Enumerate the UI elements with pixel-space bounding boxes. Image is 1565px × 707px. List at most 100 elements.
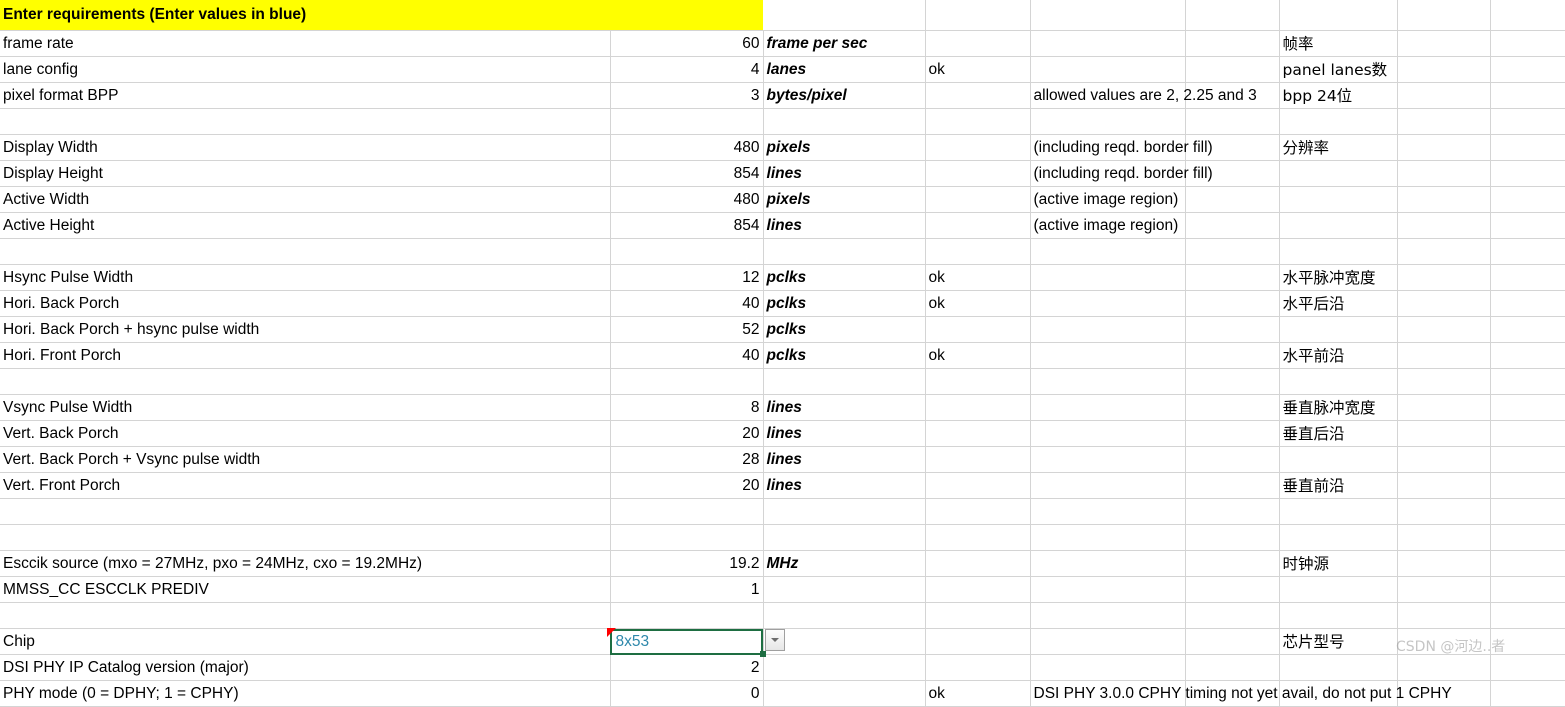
row-spacer-h[interactable] bbox=[1397, 342, 1491, 369]
row-note-cell[interactable]: (including reqd. border fill) bbox=[1030, 160, 1213, 187]
row-unit-cell[interactable]: bytes/pixel bbox=[763, 82, 926, 109]
row-status-cell[interactable] bbox=[925, 186, 1031, 213]
row-spacer-h[interactable] bbox=[1397, 524, 1491, 551]
row-unit-cell[interactable]: pclks bbox=[763, 316, 926, 343]
row-spacer-f[interactable] bbox=[1185, 56, 1280, 83]
row-spacer-i[interactable] bbox=[1490, 654, 1565, 681]
row-unit-cell[interactable]: lines bbox=[763, 160, 926, 187]
row-note-cell[interactable] bbox=[1030, 576, 1186, 603]
row-spacer-f[interactable] bbox=[1185, 628, 1280, 655]
row-label-cell[interactable]: Vert. Back Porch bbox=[0, 420, 611, 447]
row-spacer-i[interactable] bbox=[1490, 680, 1565, 707]
row-cjk-note-cell[interactable]: 水平后沿 bbox=[1279, 290, 1398, 317]
row-spacer-f[interactable] bbox=[1185, 290, 1280, 317]
row-note-cell[interactable] bbox=[1030, 290, 1186, 317]
row-cjk-note-cell[interactable] bbox=[1279, 680, 1398, 707]
row-label-cell[interactable] bbox=[0, 524, 611, 551]
row-unit-cell[interactable] bbox=[763, 498, 926, 525]
row-spacer-i[interactable] bbox=[1490, 602, 1565, 629]
row-unit-cell[interactable]: lanes bbox=[763, 56, 926, 83]
row-note-cell[interactable] bbox=[1030, 602, 1186, 629]
row-cjk-note-cell[interactable] bbox=[1279, 238, 1398, 265]
row-status-cell[interactable] bbox=[925, 134, 1031, 161]
row-value-cell[interactable]: 3 bbox=[610, 82, 764, 109]
row-unit-cell[interactable] bbox=[763, 602, 926, 629]
row-status-cell[interactable]: ok bbox=[925, 680, 1031, 707]
row-spacer-h[interactable] bbox=[1397, 550, 1491, 577]
row-spacer-h[interactable] bbox=[1397, 238, 1491, 265]
row-label-cell[interactable] bbox=[0, 498, 611, 525]
row-spacer-i[interactable] bbox=[1490, 472, 1565, 499]
row-spacer-f[interactable] bbox=[1185, 576, 1280, 603]
row-status-cell[interactable] bbox=[925, 472, 1031, 499]
row-status-cell[interactable] bbox=[925, 30, 1031, 57]
row-spacer-h[interactable] bbox=[1397, 82, 1491, 109]
row-cjk-note-cell[interactable]: 时钟源 bbox=[1279, 550, 1398, 577]
row-spacer-f[interactable] bbox=[1185, 264, 1280, 291]
row-note-cell[interactable] bbox=[1030, 238, 1186, 265]
row-spacer-h[interactable] bbox=[1397, 134, 1491, 161]
row-unit-cell[interactable] bbox=[763, 628, 926, 655]
row-spacer-f[interactable] bbox=[1185, 394, 1280, 421]
row-status-cell[interactable] bbox=[925, 654, 1031, 681]
chip-dropdown-button[interactable] bbox=[764, 629, 785, 651]
row-unit-cell[interactable]: lines bbox=[763, 420, 926, 447]
row-note-cell[interactable] bbox=[1030, 316, 1186, 343]
row-spacer-f[interactable] bbox=[1185, 368, 1280, 395]
row-status-cell[interactable] bbox=[925, 160, 1031, 187]
row-status-cell[interactable] bbox=[925, 368, 1031, 395]
row-unit-cell[interactable] bbox=[763, 654, 926, 681]
row-status-cell[interactable] bbox=[925, 602, 1031, 629]
row-status-cell[interactable] bbox=[925, 628, 1031, 655]
row-spacer-f[interactable] bbox=[1185, 602, 1280, 629]
row-spacer-i[interactable] bbox=[1490, 238, 1565, 265]
row-spacer-f[interactable] bbox=[1185, 524, 1280, 551]
row-cjk-note-cell[interactable] bbox=[1279, 498, 1398, 525]
row-status-cell[interactable] bbox=[925, 550, 1031, 577]
row-unit-cell[interactable] bbox=[763, 524, 926, 551]
row-spacer-f[interactable] bbox=[1185, 420, 1280, 447]
row-spacer-f[interactable] bbox=[1185, 30, 1280, 57]
row-status-cell[interactable]: ok bbox=[925, 342, 1031, 369]
row-spacer-i[interactable] bbox=[1490, 82, 1565, 109]
row-spacer-h[interactable] bbox=[1397, 186, 1491, 213]
row-spacer-i[interactable] bbox=[1490, 290, 1565, 317]
row-spacer-f[interactable] bbox=[1185, 342, 1280, 369]
row-label-cell[interactable]: Chip bbox=[0, 628, 611, 655]
row-cjk-note-cell[interactable]: 帧率 bbox=[1279, 30, 1398, 57]
row-value-cell[interactable]: 2 bbox=[610, 654, 764, 681]
row-spacer-i[interactable] bbox=[1490, 212, 1565, 239]
row-cjk-note-cell[interactable] bbox=[1279, 446, 1398, 473]
row-spacer-i[interactable] bbox=[1490, 342, 1565, 369]
row-cjk-note-cell[interactable] bbox=[1279, 316, 1398, 343]
row-value-cell[interactable]: 480 bbox=[610, 186, 764, 213]
row-label-cell[interactable]: Hsync Pulse Width bbox=[0, 264, 611, 291]
row-spacer-i[interactable] bbox=[1490, 30, 1565, 57]
row-spacer-f[interactable] bbox=[1185, 238, 1280, 265]
row-status-cell[interactable] bbox=[925, 82, 1031, 109]
row-value-cell[interactable] bbox=[610, 368, 764, 395]
row-spacer-h[interactable] bbox=[1397, 30, 1491, 57]
row-label-cell[interactable] bbox=[0, 108, 611, 135]
row-spacer-f[interactable] bbox=[1185, 654, 1280, 681]
row-spacer-i[interactable] bbox=[1490, 498, 1565, 525]
row-status-cell[interactable] bbox=[925, 394, 1031, 421]
row-value-cell[interactable]: 52 bbox=[610, 316, 764, 343]
row-spacer-i[interactable] bbox=[1490, 576, 1565, 603]
row-note-cell[interactable]: (active image region) bbox=[1030, 186, 1186, 213]
row-value-cell[interactable]: 12 bbox=[610, 264, 764, 291]
row-spacer-h[interactable] bbox=[1397, 290, 1491, 317]
row-value-cell[interactable]: 40 bbox=[610, 290, 764, 317]
row-value-cell[interactable]: 8x53 bbox=[606, 628, 785, 657]
row-spacer-f[interactable] bbox=[1185, 680, 1280, 707]
row-unit-cell[interactable] bbox=[763, 108, 926, 135]
row-note-cell[interactable] bbox=[1030, 30, 1186, 57]
row-value-cell[interactable]: 20 bbox=[610, 420, 764, 447]
row-note-cell[interactable]: (active image region) bbox=[1030, 212, 1186, 239]
row-cjk-note-cell[interactable]: panel lanes数 bbox=[1279, 56, 1398, 83]
row-status-cell[interactable] bbox=[925, 498, 1031, 525]
row-label-cell[interactable]: Active Width bbox=[0, 186, 611, 213]
row-label-cell[interactable]: Display Height bbox=[0, 160, 611, 187]
row-cjk-note-cell[interactable] bbox=[1279, 654, 1398, 681]
row-status-cell[interactable] bbox=[925, 238, 1031, 265]
